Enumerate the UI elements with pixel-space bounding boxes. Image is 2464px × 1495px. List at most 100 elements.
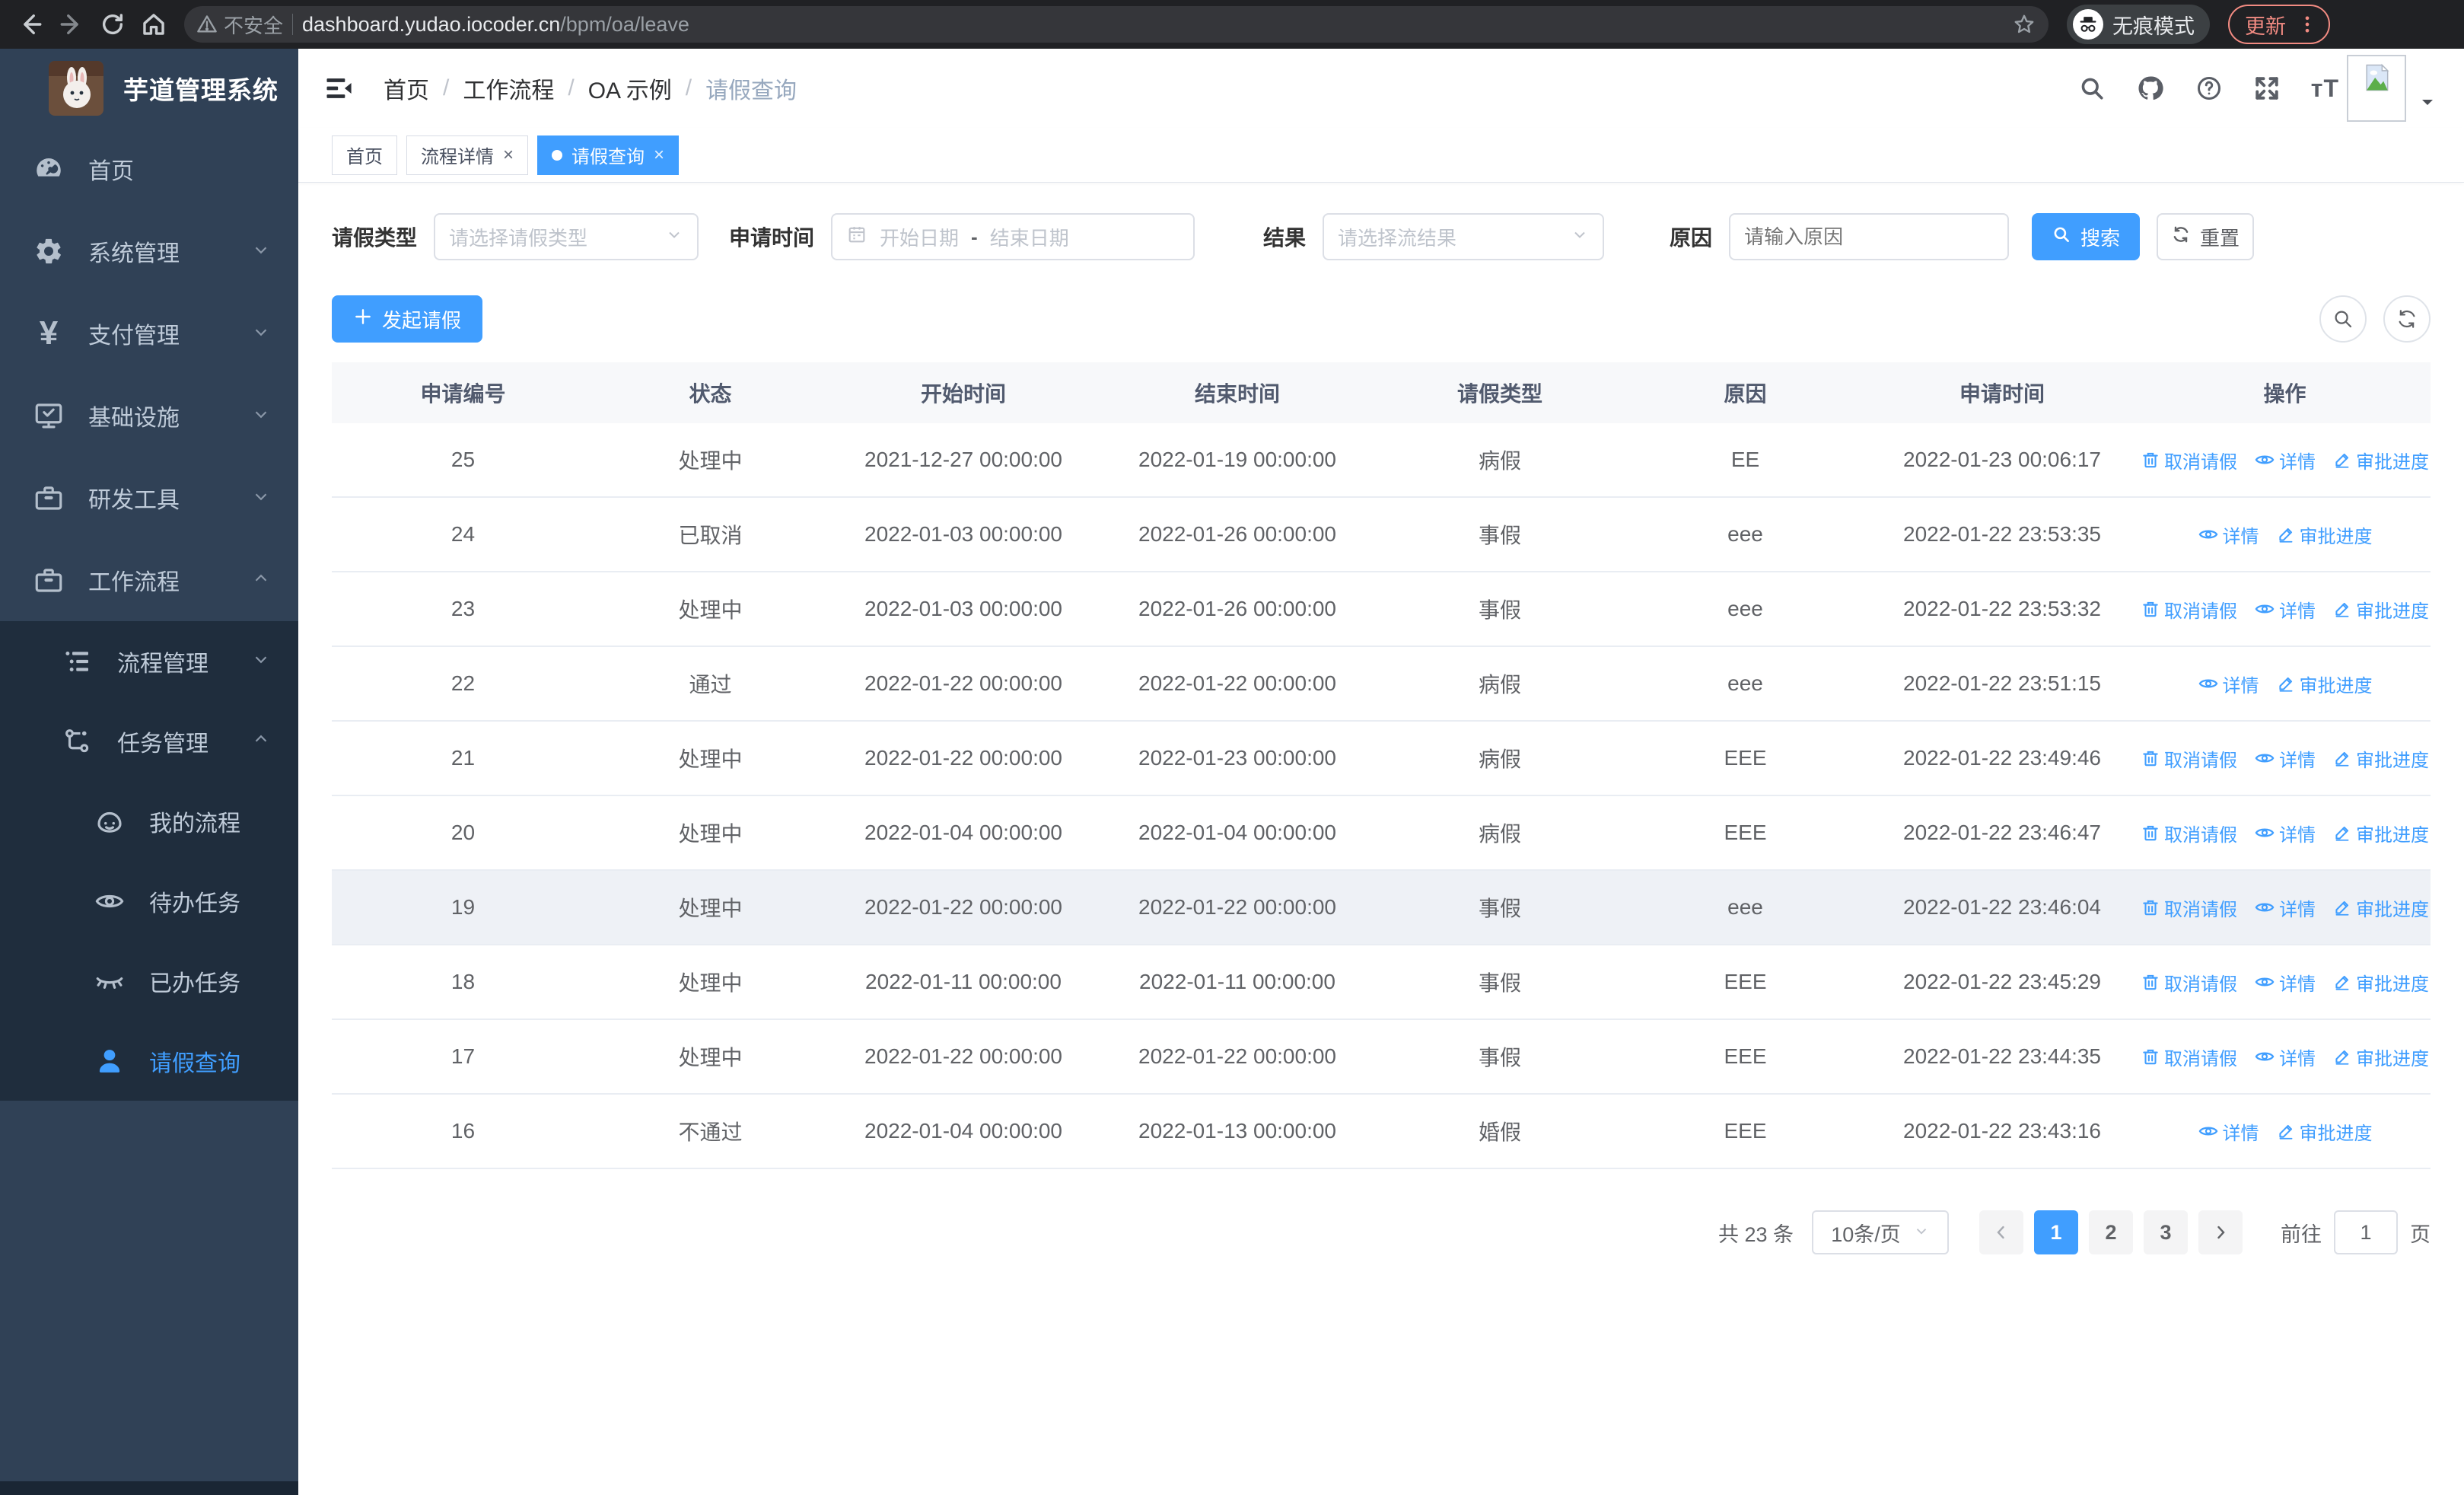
page-button-1[interactable]: 1 [2034,1210,2078,1254]
detail-link[interactable]: 详情 [2254,596,2316,623]
reload-icon[interactable] [96,8,129,41]
help-icon[interactable] [2195,75,2223,102]
close-icon[interactable]: × [654,145,664,166]
sidebar-collapse-icon[interactable] [321,70,358,107]
sidebar-item-2[interactable]: ¥ 支付管理 [0,292,298,375]
sidebar-item-label: 任务管理 [117,731,209,757]
font-size-icon[interactable]: тT [2311,75,2339,103]
cell-status: 处理中 [678,971,743,995]
caret-down-icon[interactable] [2418,93,2437,115]
sidebar-item-11[interactable]: 请假查询 [0,1021,298,1101]
cell-leave-type: 病假 [1478,673,1521,696]
cancel-leave-link[interactable]: 取消请假 [2141,447,2237,473]
detail-link[interactable]: 详情 [2254,447,2316,473]
detail-link[interactable]: 详情 [2198,1118,2259,1145]
back-icon[interactable] [14,8,47,41]
sidebar-item-label: 流程管理 [117,651,209,677]
page-size-select[interactable]: 10条/页 [1812,1210,1949,1254]
result-select[interactable]: 请选择流结果 [1323,213,1605,260]
cancel-leave-link[interactable]: 取消请假 [2141,1044,2237,1070]
sidebar-item-label: 首页 [88,159,134,184]
leave-type-label: 请假类型 [332,226,418,250]
header-search-icon[interactable] [2078,75,2106,102]
security-warning[interactable]: 不安全 [196,11,283,39]
reason-input[interactable] [1730,215,2008,259]
cell-start-time: 2022-01-04 00:00:00 [864,1119,1062,1143]
cancel-leave-link[interactable]: 取消请假 [2141,745,2237,772]
fullscreen-icon[interactable] [2253,75,2281,102]
bookmark-star-icon[interactable] [2012,12,2036,37]
sidebar-item-5[interactable]: 工作流程 [0,539,298,621]
breadcrumb-item-2[interactable]: OA 示例 [588,72,672,105]
approval-progress-link[interactable]: 审批进度 [2332,447,2429,473]
tag-tab-0[interactable]: 首页 [332,135,397,175]
total-count: 共 23 条 [1717,1222,1794,1246]
detail-link[interactable]: 详情 [2198,521,2259,548]
detail-link[interactable]: 详情 [2254,820,2316,846]
goto-page-input[interactable] [2334,1210,2398,1254]
sidebar-item-7[interactable]: 任务管理 [0,701,298,781]
cell-leave-type: 事假 [1478,598,1521,622]
search-button[interactable]: 搜索 [2032,213,2141,260]
sidebar-item-1[interactable]: 系统管理 [0,210,298,292]
approval-progress-link[interactable]: 审批进度 [2332,820,2429,846]
approval-progress-link[interactable]: 审批进度 [2276,1118,2373,1145]
detail-link[interactable]: 详情 [2198,671,2259,697]
cancel-leave-link[interactable]: 取消请假 [2141,596,2237,623]
toolbar: 发起请假 [332,295,2431,343]
approval-progress-link[interactable]: 审批进度 [2332,969,2429,996]
github-icon[interactable] [2136,74,2165,103]
approval-progress-link[interactable]: 审批进度 [2276,671,2373,697]
page-button-2[interactable]: 2 [2089,1210,2133,1254]
cell-start-time: 2022-01-11 00:00:00 [865,970,1062,993]
tag-tab-1[interactable]: 流程详情 × [406,135,529,175]
cancel-leave-link[interactable]: 取消请假 [2141,969,2237,996]
avatar[interactable] [2347,55,2406,122]
sidebar-item-3[interactable]: 基础设施 [0,375,298,457]
forward-icon[interactable] [55,8,88,41]
close-icon[interactable]: × [503,145,514,166]
sidebar-item-9[interactable]: 待办任务 [0,861,298,941]
breadcrumb-item-1[interactable]: 工作流程 [463,72,554,105]
cell-reason: EEE [1724,746,1767,770]
breadcrumb-item-3: 请假查询 [705,78,797,104]
reset-button[interactable]: 重置 [2157,213,2255,260]
detail-link[interactable]: 详情 [2254,745,2316,772]
page-button-3[interactable]: 3 [2144,1210,2188,1254]
sidebar-item-10[interactable]: 已办任务 [0,941,298,1021]
tag-tab-2[interactable]: 请假查询 × [537,135,680,175]
create-leave-button[interactable]: 发起请假 [332,295,482,343]
page-suffix: 页 [2410,1222,2431,1246]
detail-link[interactable]: 详情 [2254,894,2316,921]
browser-menu-icon[interactable] [2297,14,2318,35]
apply-time-range-picker[interactable]: 开始日期 - 结束日期 [831,213,1195,260]
approval-progress-link[interactable]: 审批进度 [2276,521,2373,548]
cancel-leave-link[interactable]: 取消请假 [2141,820,2237,846]
range-separator: - [971,225,978,248]
home-icon[interactable] [137,8,170,41]
prev-page-button[interactable] [1979,1210,2023,1254]
detail-link[interactable]: 详情 [2254,969,2316,996]
leave-type-select[interactable]: 请选择请假类型 [434,213,699,260]
sidebar-item-8[interactable]: 我的流程 [0,781,298,861]
sidebar-item-4[interactable]: 研发工具 [0,457,298,539]
toggle-search-button[interactable] [2319,295,2367,343]
reason-input-wrap [1729,213,2010,260]
user-icon [93,1044,126,1078]
address-bar[interactable]: 不安全 dashboard.yudao.iocoder.cn/bpm/oa/le… [184,6,2049,43]
refresh-table-button[interactable] [2383,295,2431,343]
detail-link[interactable]: 详情 [2254,1044,2316,1070]
next-page-button[interactable] [2198,1210,2243,1254]
approval-progress-link[interactable]: 审批进度 [2332,1044,2429,1070]
cell-end-time: 2022-01-11 00:00:00 [1139,970,1335,993]
approval-progress-link[interactable]: 审批进度 [2332,894,2429,921]
sidebar-item-6[interactable]: 流程管理 [0,621,298,701]
breadcrumb-item-0[interactable]: 首页 [384,72,429,105]
cancel-leave-link[interactable]: 取消请假 [2141,894,2237,921]
update-button[interactable]: 更新 [2228,5,2330,44]
toolbox-icon [32,481,65,515]
logo-row[interactable]: 芋道管理系统 [0,49,298,128]
sidebar-item-0[interactable]: 首页 [0,128,298,210]
approval-progress-link[interactable]: 审批进度 [2332,745,2429,772]
approval-progress-link[interactable]: 审批进度 [2332,596,2429,623]
